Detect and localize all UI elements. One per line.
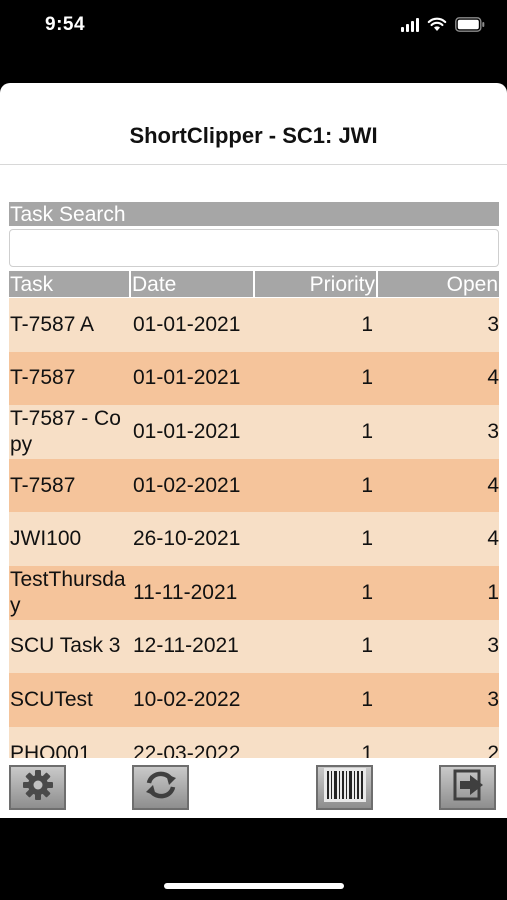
table-row[interactable]: JWI100 26-10-2021 1 4	[9, 512, 499, 566]
date-cell: 12-11-2021	[133, 634, 239, 658]
scan-barcode-button[interactable]	[316, 765, 373, 810]
open-cell: 4	[487, 366, 499, 390]
table-row[interactable]: SCUTest 10-02-2022 1 3	[9, 673, 499, 727]
refresh-button[interactable]	[132, 765, 189, 810]
page-title: ShortClipper - SC1: JWI	[129, 123, 378, 148]
column-header-date[interactable]: Date	[131, 271, 253, 297]
cellular-signal-icon	[401, 17, 419, 32]
task-cell: T-7587	[10, 473, 76, 497]
task-search-input[interactable]	[9, 229, 499, 267]
priority-cell: 1	[361, 634, 373, 658]
status-bar: 9:54	[0, 0, 507, 56]
table-row[interactable]: T-7587 A 01-01-2021 1 3	[9, 298, 499, 352]
task-cell: SCU Task 3	[10, 634, 121, 658]
wifi-icon	[427, 17, 447, 32]
open-cell: 4	[487, 473, 499, 497]
task-cell: T-7587	[10, 366, 76, 390]
open-cell: 4	[487, 527, 499, 551]
table-row[interactable]: T-7587 01-02-2021 1 4	[9, 458, 499, 513]
date-cell: 01-01-2021	[133, 312, 241, 336]
battery-icon	[455, 17, 485, 32]
table-row[interactable]: T-7587 01-01-2021 1 4	[9, 351, 499, 406]
refresh-icon	[143, 768, 179, 807]
table-row[interactable]: SCU Task 3 12-11-2021 1 3	[9, 619, 499, 674]
gear-icon	[21, 768, 55, 807]
priority-cell: 1	[361, 419, 373, 443]
task-cell: T-7587 A	[10, 312, 95, 336]
task-cell: JWI100	[10, 527, 82, 551]
table-row[interactable]: TestThursday 11-11-2021 1 1	[9, 565, 499, 620]
date-cell: 01-01-2021	[133, 419, 241, 443]
column-header-open[interactable]: Open	[378, 271, 499, 297]
table-row[interactable]: T-7587 - Copy 01-01-2021 1 3	[9, 405, 499, 459]
priority-cell: 1	[361, 741, 373, 758]
priority-cell: 1	[361, 366, 373, 390]
open-cell: 3	[487, 312, 499, 336]
barcode-icon	[323, 767, 367, 808]
priority-cell: 1	[361, 580, 373, 604]
task-cell: T-7587 - Copy	[10, 406, 121, 456]
status-icons	[401, 17, 485, 32]
status-time: 9:54	[45, 14, 86, 35]
task-list[interactable]: T-7587 A 01-01-2021 1 3 T-7587 01-01-202…	[9, 298, 499, 758]
table-row[interactable]: PHO001 22-03-2022 1 2	[9, 726, 499, 758]
nav-divider	[0, 164, 507, 165]
task-cell: SCUTest	[10, 687, 93, 711]
settings-button[interactable]	[9, 765, 66, 810]
app-sheet: ShortClipper - SC1: JWI Task Search Task…	[0, 83, 507, 818]
column-header-priority[interactable]: Priority	[255, 271, 376, 297]
date-cell: 10-02-2022	[133, 687, 241, 711]
open-cell: 3	[487, 687, 499, 711]
priority-cell: 1	[361, 687, 373, 711]
bottom-toolbar	[0, 759, 507, 818]
date-cell: 22-03-2022	[133, 741, 241, 758]
home-indicator[interactable]	[164, 883, 344, 889]
date-cell: 26-10-2021	[133, 527, 241, 551]
open-cell: 3	[487, 419, 499, 443]
column-header-task[interactable]: Task	[9, 271, 129, 297]
open-cell: 3	[487, 634, 499, 658]
priority-cell: 1	[361, 527, 373, 551]
task-cell: TestThursday	[10, 567, 126, 617]
open-cell: 1	[487, 580, 499, 604]
table-header: Task Date Priority Open	[9, 271, 499, 297]
priority-cell: 1	[361, 473, 373, 497]
date-cell: 11-11-2021	[133, 580, 238, 604]
task-cell: PHO001	[10, 741, 91, 758]
date-cell: 01-02-2021	[133, 473, 241, 497]
task-search-label: Task Search	[9, 202, 499, 226]
open-cell: 2	[487, 741, 499, 758]
date-cell: 01-01-2021	[133, 366, 241, 390]
logout-button[interactable]	[439, 765, 496, 810]
logout-icon	[450, 768, 486, 807]
priority-cell: 1	[361, 312, 373, 336]
